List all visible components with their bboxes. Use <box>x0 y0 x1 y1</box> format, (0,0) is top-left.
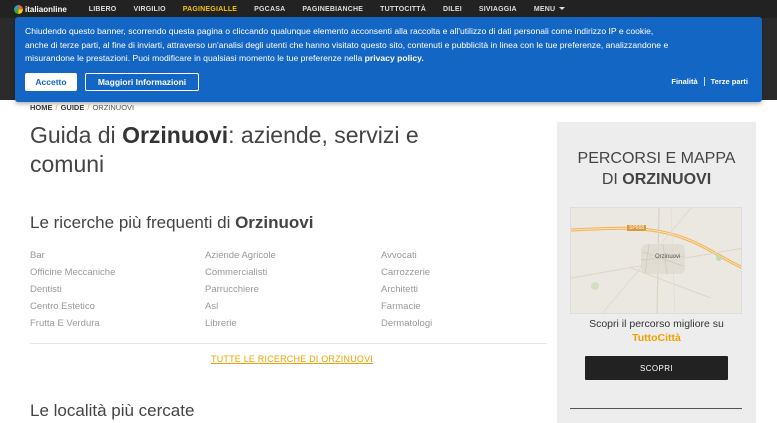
map-graphic <box>571 208 741 313</box>
frequent-searches-title: Le ricerche più frequenti di Orzinuovi <box>30 213 313 233</box>
route-map-title-line1: PERCORSI E MAPPA <box>577 150 736 167</box>
search-link[interactable]: Dentisti <box>30 283 115 300</box>
cookie-actions: Accetto Maggiori Informazioni <box>25 73 199 91</box>
search-link[interactable]: Avvocati <box>381 249 432 266</box>
frequent-searches-list: Bar Officine Meccaniche Dentisti Centro … <box>30 249 550 334</box>
cookie-text: Chiudendo questo banner, scorrendo quest… <box>25 25 760 66</box>
logo-text: italiaonline <box>25 4 67 14</box>
terze-parti-link[interactable]: Terze parti <box>711 77 748 86</box>
search-link[interactable]: Centro Estetico <box>30 300 115 317</box>
breadcrumb-separator: / <box>87 103 90 112</box>
map-city-label: Orzinuovi <box>655 254 681 260</box>
route-map-title: PERCORSI E MAPPA DI ORZINUOVI <box>557 148 756 190</box>
nav-menu-label: MENU <box>533 5 556 13</box>
top-navigation: italiaonline LIBERO VIRGILIO PAGINEGIALL… <box>0 0 777 18</box>
city-map[interactable]: SP668 Orzinuovi <box>570 207 742 314</box>
route-map-title-city: ORZINUOVI <box>622 171 712 188</box>
breadcrumb: HOME / GUIDE / ORZINUOVI <box>30 103 134 112</box>
cookie-text-line1: Chiudendo questo banner, scorrendo quest… <box>25 26 654 36</box>
more-info-button[interactable]: Maggiori Informazioni <box>85 73 199 91</box>
nav-menu[interactable]: MENU <box>533 5 566 13</box>
search-link[interactable]: Architetti <box>381 283 432 300</box>
search-link[interactable]: Asl <box>205 300 276 317</box>
page-title: Guida di Orzinuovi: aziende, servizi e c… <box>30 121 490 179</box>
cookie-links: Finalità Terze parti <box>671 77 748 86</box>
title-prefix: Guida di <box>30 122 123 148</box>
privacy-policy-link[interactable]: privacy policy. <box>365 53 424 63</box>
breadcrumb-current: ORZINUOVI <box>92 103 135 112</box>
nav-link-dilei[interactable]: DILEI <box>443 6 462 13</box>
search-link[interactable]: Frutta E Verdura <box>30 317 115 334</box>
frequent-searches-prefix: Le ricerche più frequenti di <box>30 213 236 232</box>
nav-link-paginebianche[interactable]: PAGINEBIANCHE <box>302 6 363 13</box>
search-link[interactable]: Officine Meccaniche <box>30 266 115 283</box>
search-link[interactable]: Parrucchiere <box>205 283 276 300</box>
box-divider <box>570 408 742 409</box>
searches-column-1: Bar Officine Meccaniche Dentisti Centro … <box>30 249 115 334</box>
logo-icon <box>14 4 23 14</box>
nav-link-pgcasa[interactable]: PGCASA <box>254 6 285 13</box>
italiaonline-logo[interactable]: italiaonline <box>14 4 67 14</box>
title-city: Orzinuovi <box>122 122 229 148</box>
search-link[interactable]: Farmacie <box>381 300 432 317</box>
frequent-searches-city: Orzinuovi <box>235 213 314 232</box>
search-link[interactable]: Commercialisti <box>205 266 276 283</box>
localita-title: Le località più cercate <box>30 401 195 420</box>
discover-button[interactable]: SCOPRI <box>585 356 728 380</box>
section-divider <box>30 343 547 344</box>
search-link[interactable]: Bar <box>30 249 115 266</box>
search-link[interactable]: Dermatologi <box>381 317 432 334</box>
nav-link-paginegialle[interactable]: PAGINEGIALLE <box>183 6 237 13</box>
searches-column-3: Avvocati Carrozzerie Architetti Farmacie… <box>381 249 432 334</box>
nav-link-libero[interactable]: LIBERO <box>89 6 117 13</box>
route-map-box: PERCORSI E MAPPA DI ORZINUOVI SP668 Orzi… <box>557 122 756 423</box>
search-link[interactable]: Aziende Agricole <box>205 249 276 266</box>
breadcrumb-guide[interactable]: GUIDE <box>61 103 85 112</box>
route-description: Scopri il percorso migliore su <box>589 318 724 330</box>
link-separator <box>703 77 705 86</box>
cookie-text-line2: anche di terze parti, al fine di inviart… <box>25 39 669 50</box>
finalita-link[interactable]: Finalità <box>671 77 697 86</box>
map-road-label: SP668 <box>627 225 647 231</box>
cookie-banner: Chiudendo questo banner, scorrendo quest… <box>15 17 762 102</box>
searches-column-2: Aziende Agricole Commercialisti Parrucch… <box>205 249 276 334</box>
tuttocitta-brand: TuttoCittà <box>632 332 681 344</box>
chevron-down-icon <box>559 7 566 11</box>
search-link[interactable]: Carrozzerie <box>381 266 432 283</box>
breadcrumb-separator: / <box>55 103 58 112</box>
nav-link-tuttocitta[interactable]: TUTTOCITTÀ <box>380 6 426 13</box>
nav-link-siviaggia[interactable]: SIVIAGGIA <box>479 6 517 13</box>
accept-button[interactable]: Accetto <box>25 73 77 91</box>
search-link[interactable]: Librerie <box>205 317 276 334</box>
all-searches-link[interactable]: TUTTE LE RICERCHE DI ORZINUOVI <box>211 354 373 364</box>
route-map-title-prefix: DI <box>601 171 623 188</box>
cookie-text-line3: misurandone le prestazioni. Puoi modific… <box>25 53 365 63</box>
nav-link-virgilio[interactable]: VIRGILIO <box>133 6 165 13</box>
breadcrumb-home[interactable]: HOME <box>30 103 53 112</box>
